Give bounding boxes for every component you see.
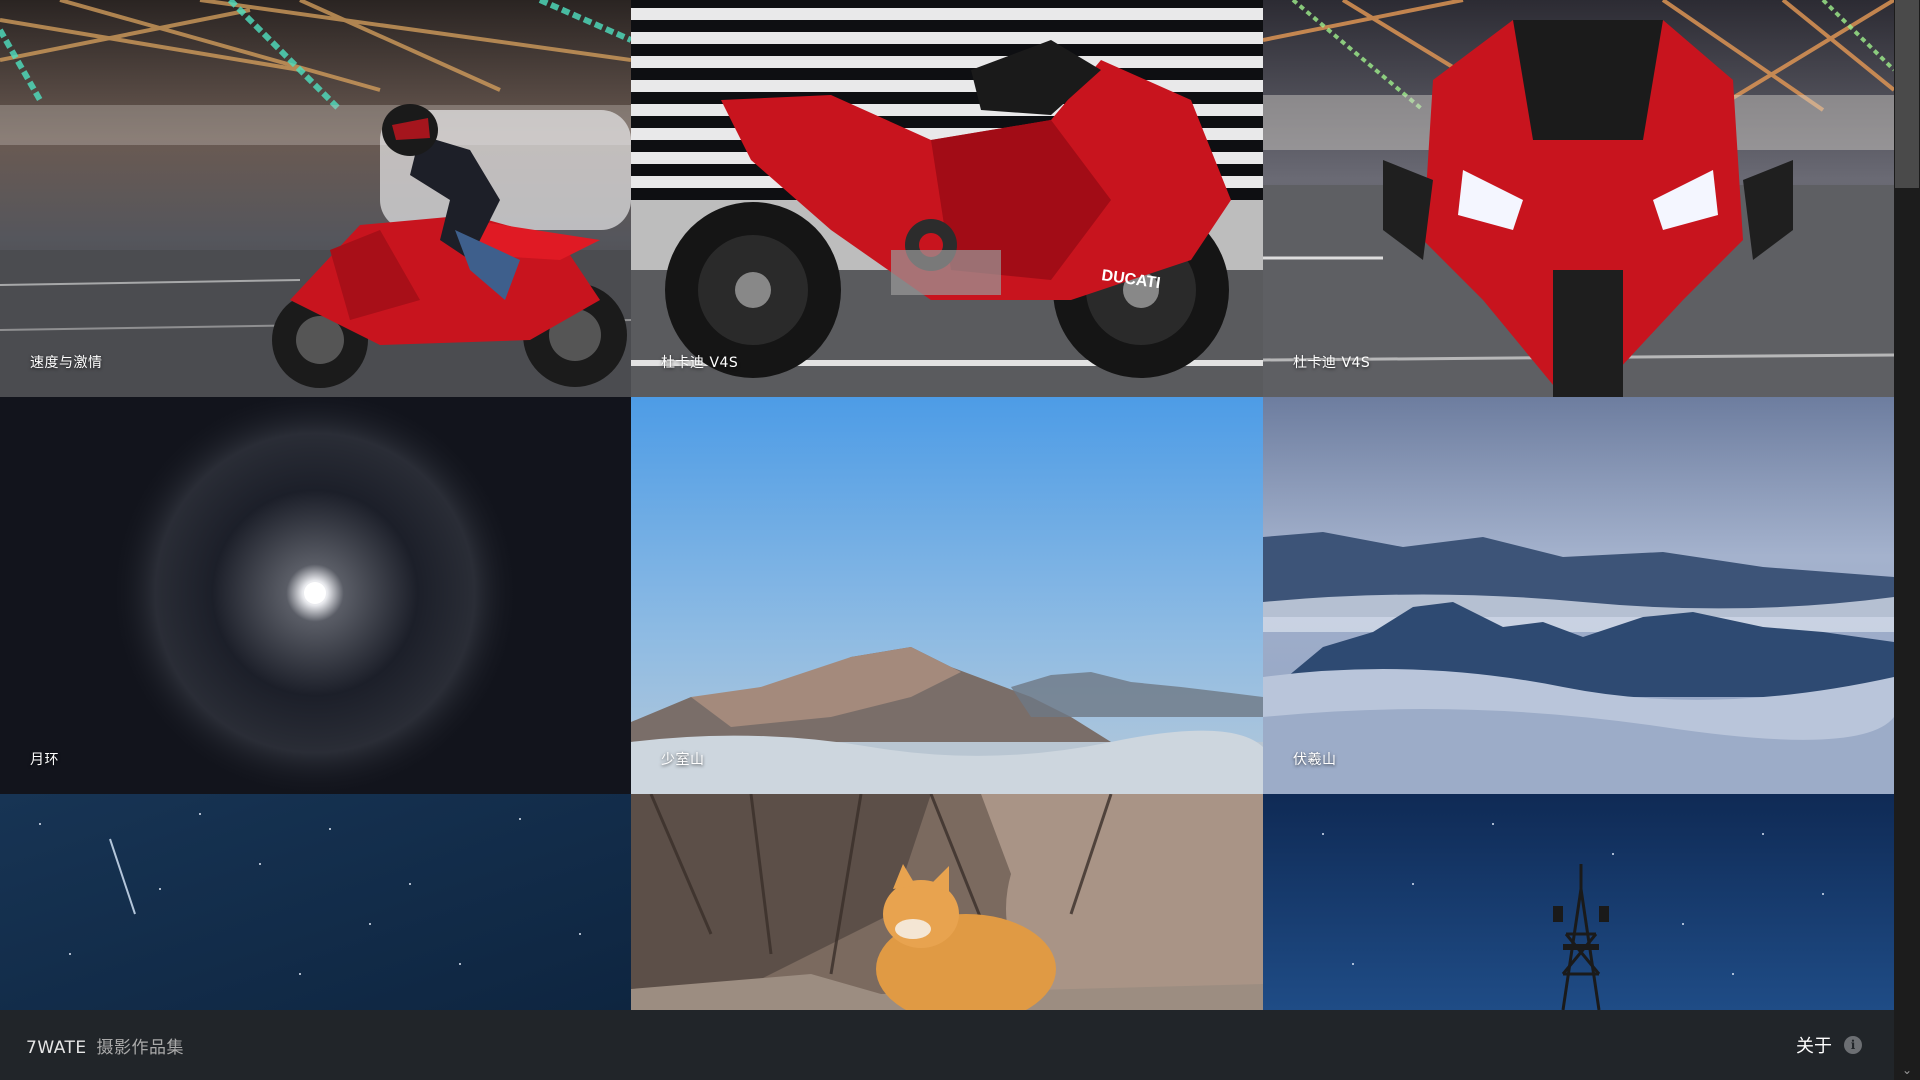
footer-bar: 7WATE 摄影作品集 关于 i [0, 1010, 1894, 1080]
photo-caption: 杜卡迪 V4S [661, 355, 739, 371]
photo-caption: 伏羲山 [1293, 752, 1337, 768]
photo-moon-halo [0, 397, 631, 794]
photo-tile-moon-halo[interactable]: 月环 [0, 397, 631, 794]
brand-subtitle: 摄影作品集 [96, 1037, 185, 1058]
photo-caption: 速度与激情 [30, 355, 103, 371]
photo-rider-motorbike [0, 0, 631, 397]
photo-tile-tower-night[interactable] [1263, 794, 1894, 1010]
scrollbar-thumb[interactable] [1895, 0, 1919, 188]
photo-gallery-grid: 速度与激情 DUCATI 杜卡迪 V4S 杜卡迪 V4S 月环 少室山 伏羲山 [0, 0, 1894, 1010]
photo-tile-cat[interactable] [631, 794, 1263, 1010]
photo-tile-shaoshi-mountain[interactable]: 少室山 [631, 397, 1263, 794]
info-icon: i [1844, 1036, 1862, 1054]
about-button[interactable]: 关于 i [1796, 1032, 1862, 1058]
photo-caption: 少室山 [661, 752, 705, 768]
photo-tower-night-sky [1263, 794, 1894, 1010]
chevron-down-icon[interactable]: ⌄ [1894, 1060, 1920, 1080]
photo-ducati-side: DUCATI [631, 0, 1263, 397]
site-brand[interactable]: 7WATE 摄影作品集 [26, 1033, 184, 1058]
about-label: 关于 [1796, 1036, 1832, 1057]
photo-tile-ducati-v4s-side[interactable]: DUCATI 杜卡迪 V4S [631, 0, 1263, 397]
photo-ducati-front [1263, 0, 1894, 397]
photo-tile-ducati-v4s-front[interactable]: 杜卡迪 V4S [1263, 0, 1894, 397]
photo-shaoshi-mountain [631, 397, 1263, 794]
photo-fuxi-mountain [1263, 397, 1894, 794]
page-scrollbar[interactable]: ⌄ [1894, 0, 1920, 1080]
photo-tile-fuxi-mountain[interactable]: 伏羲山 [1263, 397, 1894, 794]
photo-caption: 杜卡迪 V4S [1293, 355, 1371, 371]
brand-name: 7WATE [26, 1037, 87, 1058]
photo-caption: 月环 [30, 752, 59, 768]
photo-starry-sky [0, 794, 631, 1010]
photo-tile-starry-sky-meteor[interactable] [0, 794, 631, 1010]
photo-tile-speed-and-passion[interactable]: 速度与激情 [0, 0, 631, 397]
photo-cat-on-rocks [631, 794, 1263, 1010]
